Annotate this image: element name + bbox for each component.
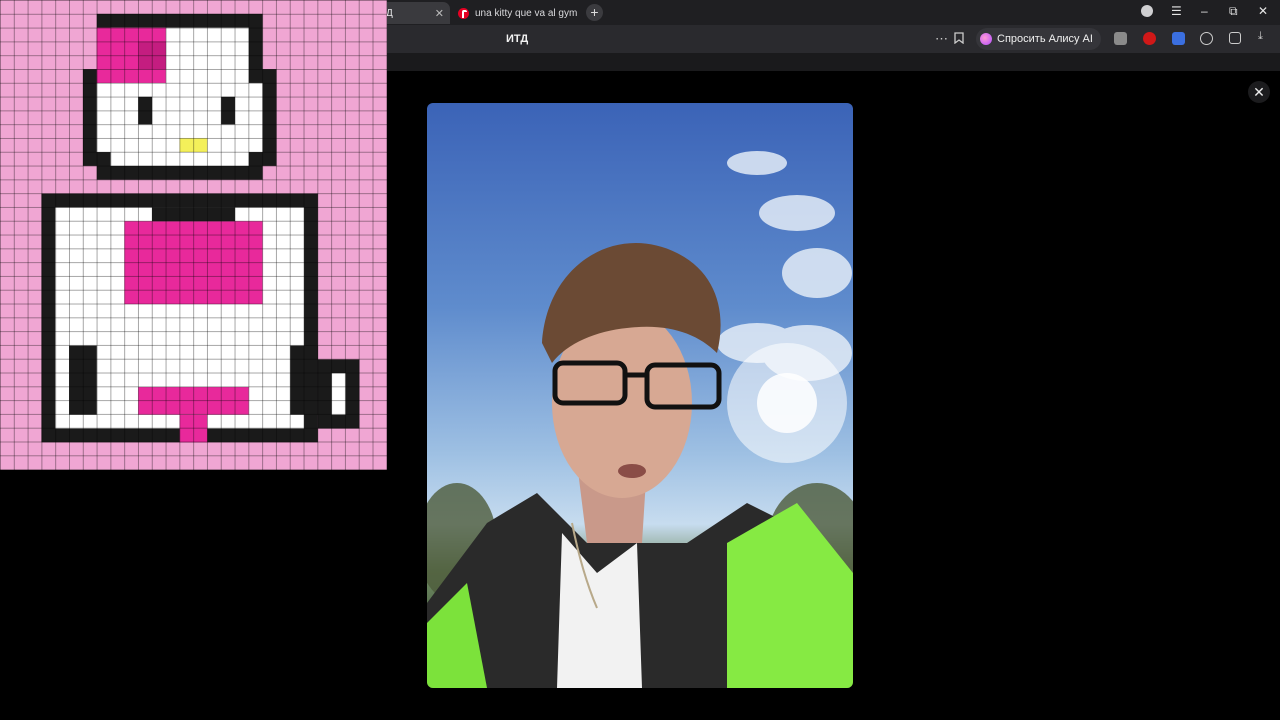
pixel-art-overlay [0, 0, 387, 470]
menu-icon[interactable]: ☰ [1171, 4, 1182, 18]
ask-alice-button[interactable]: Спросить Алису AI [976, 28, 1101, 50]
tab-active[interactable]: Д ✕ [378, 2, 450, 24]
close-tab-icon[interactable]: ✕ [435, 7, 444, 20]
collections-icon[interactable] [1229, 32, 1241, 44]
ask-alice-label: Спросить Алису AI [997, 33, 1093, 45]
new-tab-button[interactable]: + [586, 4, 603, 21]
pinterest-icon [458, 7, 469, 19]
profile-icon[interactable] [1141, 5, 1153, 17]
viewer-close-button[interactable]: ✕ [1248, 81, 1270, 103]
extension-icon-1[interactable] [1114, 32, 1127, 45]
restore-icon[interactable]: ⧉ [1229, 4, 1238, 19]
viewer-photo [427, 103, 853, 688]
play-icon[interactable] [1200, 32, 1213, 45]
minimize-icon[interactable]: – [1201, 4, 1208, 18]
downloads-icon[interactable]: ⤓ [1258, 30, 1271, 43]
pixel-grid [0, 0, 387, 470]
tab-label: una kitty que va al gym [475, 7, 578, 19]
page-title[interactable]: ИТД [506, 33, 528, 45]
tab-label: Д [386, 7, 393, 19]
extension-icon-2[interactable] [1143, 32, 1156, 45]
more-icon[interactable]: ⋯ [935, 31, 948, 47]
tab-pinterest[interactable]: una kitty que va al gym [450, 2, 582, 24]
window-close-icon[interactable]: ✕ [1258, 4, 1268, 18]
alice-icon [980, 33, 992, 45]
bookmark-icon[interactable] [954, 32, 964, 47]
extension-icon-3[interactable] [1172, 32, 1185, 45]
